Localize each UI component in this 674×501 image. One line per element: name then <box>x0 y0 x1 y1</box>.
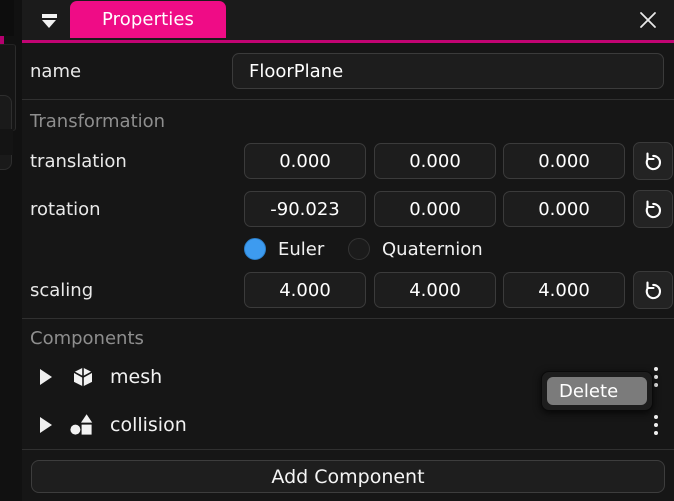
scaling-x-value: 4.000 <box>279 280 331 301</box>
rotation-mode-quaternion-option[interactable]: Quaternion <box>348 238 483 260</box>
rotation-x-input[interactable]: -90.023 <box>244 191 366 227</box>
translation-z-input[interactable]: 0.000 <box>503 143 625 179</box>
radio-euler-indicator[interactable] <box>244 238 266 260</box>
context-menu: Delete <box>541 371 653 411</box>
rotation-z-input[interactable]: 0.000 <box>503 191 625 227</box>
collapse-menu-icon[interactable] <box>38 10 60 32</box>
translation-label: translation <box>30 151 127 172</box>
close-icon[interactable] <box>636 8 660 32</box>
background-left-card-tertiary <box>0 129 13 155</box>
scaling-reset-button[interactable] <box>633 271 673 309</box>
chevron-right-icon[interactable] <box>40 417 52 433</box>
scaling-x-input[interactable]: 4.000 <box>244 272 366 308</box>
transformation-section-label: Transformation <box>30 111 165 132</box>
translation-y-input[interactable]: 0.000 <box>374 143 496 179</box>
rotation-reset-button[interactable] <box>633 190 673 228</box>
radio-euler-label: Euler <box>278 239 324 260</box>
divider-components-actions <box>22 449 674 450</box>
scaling-y-value: 4.000 <box>409 280 461 301</box>
rotation-mode-euler-option[interactable]: Euler <box>244 238 324 260</box>
radio-quaternion-label: Quaternion <box>382 239 483 260</box>
divider-transformation-components <box>22 318 674 319</box>
tab-properties[interactable]: Properties <box>70 1 226 38</box>
translation-y-value: 0.000 <box>409 151 461 172</box>
rotation-label: rotation <box>30 199 101 220</box>
scaling-z-input[interactable]: 4.000 <box>503 272 625 308</box>
radio-quaternion-indicator[interactable] <box>348 238 370 260</box>
scaling-y-input[interactable]: 4.000 <box>374 272 496 308</box>
component-menu-mesh[interactable] <box>652 367 660 387</box>
reset-arrow-icon <box>641 278 665 302</box>
rotation-row: rotation -90.023 0.000 0.000 <box>22 191 674 227</box>
cube-icon <box>70 364 96 390</box>
reset-arrow-icon <box>641 149 665 173</box>
chevron-right-icon[interactable] <box>40 369 52 385</box>
shapes-icon <box>70 412 96 438</box>
name-row: name FloorPlane <box>22 53 674 89</box>
component-name-collision: collision <box>110 414 187 436</box>
context-menu-item-delete[interactable]: Delete <box>547 377 647 405</box>
scaling-z-value: 4.000 <box>538 280 590 301</box>
translation-row: translation 0.000 0.000 0.000 <box>22 143 674 179</box>
scaling-row: scaling 4.000 4.000 4.000 <box>22 272 674 308</box>
properties-panel-window: Properties name FloorPlane Transformatio… <box>0 0 674 501</box>
divider-name-transformation <box>22 99 674 100</box>
name-input[interactable]: FloorPlane <box>232 53 664 89</box>
rotation-x-value: -90.023 <box>270 199 339 220</box>
translation-x-value: 0.000 <box>279 151 331 172</box>
component-name-mesh: mesh <box>110 366 162 388</box>
translation-z-value: 0.000 <box>538 151 590 172</box>
name-label: name <box>30 61 81 82</box>
background-left-dark-block <box>0 0 14 36</box>
rotation-z-value: 0.000 <box>538 199 590 220</box>
background-left-accent-bar <box>0 36 4 44</box>
translation-x-input[interactable]: 0.000 <box>244 143 366 179</box>
translation-reset-button[interactable] <box>633 142 673 180</box>
tab-bar: Properties <box>22 0 674 41</box>
rotation-y-value: 0.000 <box>409 199 461 220</box>
rotation-y-input[interactable]: 0.000 <box>374 191 496 227</box>
scaling-label: scaling <box>30 280 93 301</box>
properties-content: name FloorPlane Transformation translati… <box>22 43 674 501</box>
name-input-value: FloorPlane <box>249 61 343 82</box>
add-component-button[interactable]: Add Component <box>31 460 665 493</box>
reset-arrow-icon <box>641 197 665 221</box>
components-section-label: Components <box>30 328 144 349</box>
component-menu-collision[interactable] <box>652 415 660 435</box>
tab-properties-label: Properties <box>102 9 194 30</box>
